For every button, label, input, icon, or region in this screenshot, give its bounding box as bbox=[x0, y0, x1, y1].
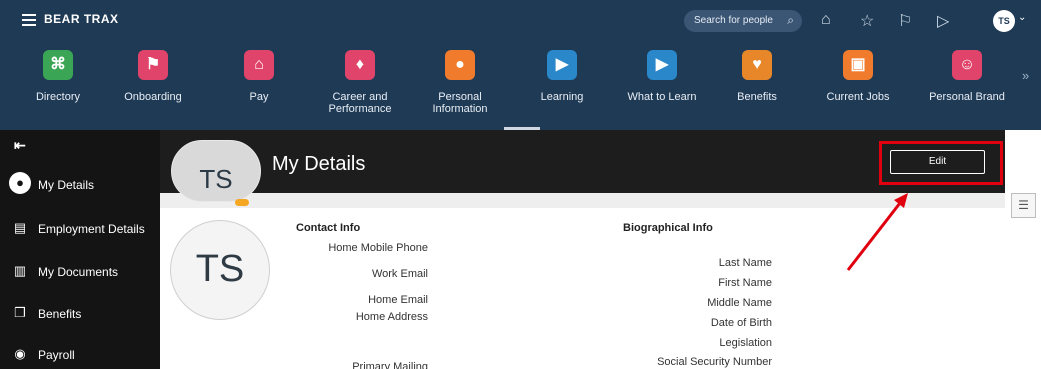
annotation-arrow bbox=[846, 193, 908, 271]
